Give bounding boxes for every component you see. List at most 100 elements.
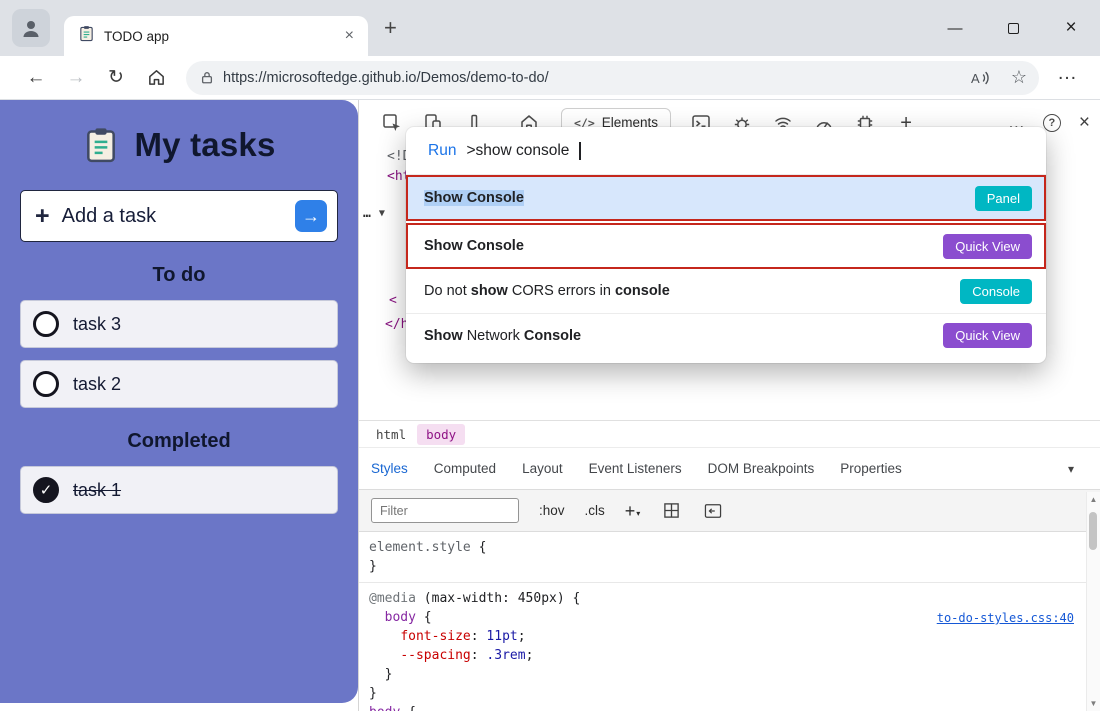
inspect-element-icon[interactable] (381, 112, 403, 134)
styles-filter-input[interactable] (371, 498, 519, 523)
rule-divider (359, 582, 1100, 583)
task-label: task 3 (73, 314, 121, 335)
home-button[interactable] (136, 61, 176, 95)
command-result-text: Show Console (424, 238, 524, 254)
css-line: --spacing: .3rem; (369, 646, 1080, 665)
command-result-row[interactable]: Do not show CORS errors in console Consol… (406, 269, 1046, 313)
css-line: body { (369, 703, 1080, 711)
css-line: font-size: 11pt; (369, 627, 1080, 646)
toggle-hov[interactable]: :hov (539, 503, 565, 518)
css-line: } (369, 665, 1080, 684)
dom-node-open[interactable]: < (389, 293, 397, 308)
tab-properties[interactable]: Properties (840, 461, 902, 476)
styles-filter-row: :hov .cls +▾ (359, 490, 1100, 532)
add-task-button[interactable]: + Add a task → (20, 190, 338, 242)
home-icon (147, 68, 166, 87)
navbar: ← → ↻ https://microsoftedge.github.io/De… (0, 56, 1100, 100)
devtools-panel: </> Elements + (358, 100, 1100, 711)
profile-avatar[interactable] (12, 9, 50, 47)
section-header: Completed (0, 430, 358, 453)
titlebar: TODO app × + — × (0, 0, 1100, 56)
tab-event-listeners[interactable]: Event Listeners (589, 461, 682, 476)
breadcrumb-html[interactable]: html (367, 424, 415, 445)
task-checkbox[interactable] (33, 371, 59, 397)
result-badge: Panel (975, 186, 1032, 211)
computed-sidebar-icon[interactable] (702, 500, 724, 522)
close-devtools-icon[interactable]: × (1079, 113, 1090, 132)
style-state-chips: :hov .cls (539, 503, 605, 518)
new-tab-button[interactable]: + (384, 15, 397, 41)
css-line: @media (max-width: 450px) { (369, 589, 1080, 608)
clipboard-icon (82, 126, 120, 164)
css-rules-pane: element.style {} @media (max-width: 450px… (359, 532, 1100, 711)
todo-app-header: My tasks (0, 126, 358, 164)
page-content: My tasks + Add a task → To do task 3 task … (0, 100, 1100, 711)
scroll-down-icon[interactable]: ▼ (1090, 699, 1098, 708)
css-line: element.style { (369, 538, 1080, 557)
read-aloud-icon: A (970, 69, 990, 87)
submit-task-button[interactable]: → (295, 200, 327, 232)
breadcrumb-body[interactable]: body (417, 424, 465, 445)
new-style-rule-button[interactable]: +▾ (625, 504, 641, 518)
tab-title: TODO app (104, 29, 332, 44)
back-button[interactable]: ← (16, 61, 56, 95)
command-input-row[interactable]: Run >show console (406, 127, 1046, 175)
run-label: Run (428, 142, 456, 160)
chevron-down-icon[interactable]: ▾ (1068, 462, 1074, 476)
url-text[interactable]: https://microsoftedge.github.io/Demos/de… (223, 70, 955, 86)
command-result-row[interactable]: Show Network ConsoleQuick View (406, 313, 1046, 357)
close-window-button[interactable]: × (1042, 0, 1100, 56)
clipboard-favicon-icon (78, 25, 95, 47)
minimize-button[interactable]: — (926, 0, 984, 56)
dom-node-close[interactable]: </h (385, 317, 408, 332)
styles-scrollbar[interactable]: ▲ ▼ (1086, 492, 1100, 711)
person-icon (20, 17, 42, 39)
task-item[interactable]: task 3 (20, 300, 338, 348)
refresh-button[interactable]: ↻ (96, 61, 136, 95)
command-result-row[interactable]: Show Console Panel (406, 175, 1046, 221)
browser-tab[interactable]: TODO app × (64, 16, 368, 56)
tab-styles[interactable]: Styles (371, 461, 408, 476)
tab-computed[interactable]: Computed (434, 461, 496, 476)
maximize-button[interactable] (984, 0, 1042, 56)
result-badge: Console (960, 279, 1032, 304)
tab-close-icon[interactable]: × (341, 26, 358, 46)
css-line: } (369, 684, 1080, 703)
task-checkbox[interactable] (33, 311, 59, 337)
dom-gutter: … ▼ (363, 206, 385, 221)
command-result-text: Do not show CORS errors in console (424, 283, 670, 299)
maximize-icon (1008, 23, 1019, 34)
task-item[interactable]: task 2 (20, 360, 338, 408)
command-results-list: Show Console Panel Show Console Quick View D… (406, 175, 1046, 357)
expand-arrow-icon[interactable]: ▼ (379, 208, 385, 219)
favorite-star-icon[interactable]: ☆ (1005, 67, 1033, 88)
window-controls: — × (926, 0, 1100, 56)
task-label: task 2 (73, 374, 121, 395)
toggle-cls[interactable]: .cls (585, 503, 605, 518)
grid-badge-icon[interactable] (660, 500, 682, 522)
command-result-row[interactable]: Show Console Quick View (406, 223, 1046, 269)
task-sections: To do task 3 task 2 Completed ✓task 1 (0, 264, 358, 514)
plus-icon: + (35, 204, 50, 229)
tab-dom-breakpoints[interactable]: DOM Breakpoints (708, 461, 815, 476)
section-header: To do (0, 264, 358, 287)
dom-more-actions-icon[interactable]: … (363, 206, 372, 221)
stylesheet-source-link[interactable]: to-do-styles.css:40 (937, 609, 1074, 628)
tab-layout[interactable]: Layout (522, 461, 563, 476)
address-bar[interactable]: https://microsoftedge.github.io/Demos/de… (186, 61, 1039, 95)
css-line: } (369, 557, 1080, 576)
read-aloud-button[interactable]: A (964, 69, 996, 87)
page-title: My tasks (134, 126, 275, 164)
task-item[interactable]: ✓task 1 (20, 466, 338, 514)
command-result-text: Show Network Console (424, 328, 581, 344)
command-result-text: Show Console (424, 190, 524, 206)
scrollbar-thumb[interactable] (1089, 512, 1097, 550)
styles-panel-tabs: Styles Computed Layout Event Listeners DOM B… (359, 448, 1100, 490)
settings-more-icon[interactable]: … (1049, 62, 1086, 93)
command-palette: Run >show console Show ConsolePanelShow … (406, 127, 1046, 363)
scroll-up-icon[interactable]: ▲ (1090, 495, 1098, 504)
forward-button[interactable]: → (56, 61, 96, 95)
task-checkbox[interactable]: ✓ (33, 477, 59, 503)
result-badge: Quick View (943, 234, 1032, 259)
svg-text:A: A (971, 71, 980, 86)
